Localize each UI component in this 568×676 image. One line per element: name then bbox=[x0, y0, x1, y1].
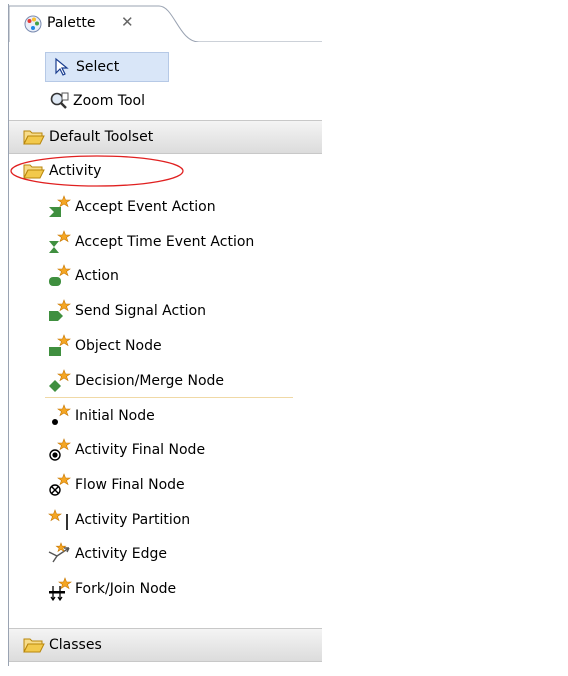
palette-entry-send-signal-action[interactable]: Send Signal Action bbox=[47, 296, 206, 326]
entry-label: Flow Final Node bbox=[75, 477, 185, 493]
drawer-activity[interactable]: Activity bbox=[9, 155, 322, 187]
close-icon[interactable]: ✕ bbox=[121, 13, 134, 31]
select-tool[interactable]: Select bbox=[45, 52, 169, 82]
entry-label: Send Signal Action bbox=[75, 303, 207, 319]
activity-partition-icon bbox=[48, 509, 68, 530]
fork-join-node-icon bbox=[49, 577, 72, 601]
folder-open-icon bbox=[23, 164, 45, 179]
palette-entry-activity-partition[interactable]: Activity Partition bbox=[47, 505, 190, 535]
palette-entry-flow-final-node[interactable]: Flow Final Node bbox=[47, 470, 185, 500]
drawer-classes-label: Classes bbox=[49, 637, 102, 653]
accept-event-action-icon bbox=[49, 195, 71, 217]
palette-entry-activity-edge[interactable]: Activity Edge bbox=[47, 539, 167, 569]
entry-label: Accept Time Event Action bbox=[75, 234, 255, 250]
action-icon bbox=[49, 264, 71, 286]
palette-entry-accept-time-event-action[interactable]: Accept Time Event Action bbox=[47, 227, 254, 257]
object-node-icon bbox=[49, 334, 71, 356]
activity-final-node-icon bbox=[49, 438, 71, 461]
entry-label: Initial Node bbox=[75, 408, 155, 424]
palette-entry-fork-join-node[interactable]: Fork/Join Node bbox=[47, 574, 176, 604]
folder-open-icon bbox=[23, 638, 45, 653]
zoom-icon bbox=[50, 92, 69, 109]
palette-entry-initial-node[interactable]: Initial Node bbox=[47, 401, 155, 431]
zoom-tool-label: Zoom Tool bbox=[73, 93, 146, 109]
decision-merge-node-icon bbox=[49, 369, 71, 392]
entry-label: Activity Partition bbox=[75, 512, 191, 528]
palette-entry-action[interactable]: Action bbox=[47, 261, 119, 291]
palette-icon bbox=[23, 14, 43, 34]
entry-label: Activity Final Node bbox=[75, 442, 206, 458]
activity-edge-icon bbox=[48, 542, 70, 563]
drawer-activity-label: Activity bbox=[49, 163, 102, 179]
flow-final-node-icon bbox=[49, 473, 71, 496]
initial-node-icon bbox=[52, 404, 71, 425]
separator bbox=[45, 397, 293, 398]
entry-label: Accept Event Action bbox=[75, 199, 216, 215]
zoom-tool[interactable]: Zoom Tool bbox=[49, 86, 145, 116]
palette-entry-decision-merge-node[interactable]: Decision/Merge Node bbox=[47, 366, 224, 396]
palette-tab-title[interactable]: Palette bbox=[47, 15, 96, 31]
palette-entry-activity-final-node[interactable]: Activity Final Node bbox=[47, 435, 205, 465]
folder-open-icon bbox=[23, 130, 45, 145]
drawer-default-toolset[interactable]: Default Toolset bbox=[9, 120, 322, 154]
entry-label: Action bbox=[75, 268, 119, 284]
entry-label: Decision/Merge Node bbox=[75, 373, 225, 389]
entry-label: Activity Edge bbox=[75, 546, 168, 562]
drawer-classes[interactable]: Classes bbox=[9, 628, 322, 662]
select-tool-label: Select bbox=[76, 59, 120, 75]
palette-tab-bar: Palette ✕ bbox=[9, 4, 322, 42]
palette-entry-object-node[interactable]: Object Node bbox=[47, 331, 162, 361]
palette-entry-accept-event-action[interactable]: Accept Event Action bbox=[47, 192, 216, 222]
arrow-cursor-icon bbox=[55, 57, 69, 76]
palette-view: Palette ✕ Select Zoom Tool Default Tools… bbox=[8, 4, 322, 666]
entry-label: Fork/Join Node bbox=[75, 581, 177, 597]
drawer-default-toolset-label: Default Toolset bbox=[49, 129, 154, 145]
entry-label: Object Node bbox=[75, 338, 162, 354]
accept-time-event-action-icon bbox=[49, 230, 71, 253]
send-signal-action-icon bbox=[49, 299, 71, 321]
